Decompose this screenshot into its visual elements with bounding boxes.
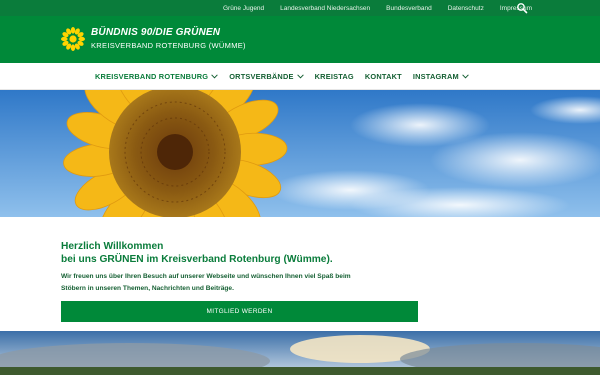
site-subtitle[interactable]: KREISVERBAND ROTENBURG (WÜMME) bbox=[91, 41, 246, 50]
nav-item-kreistag[interactable]: KREISTAG bbox=[315, 72, 354, 81]
welcome-section: Herzlich Willkommen bei uns GRÜNEN im Kr… bbox=[0, 217, 600, 331]
nav-item-kontakt[interactable]: KONTAKT bbox=[365, 72, 402, 81]
nav-item-ortsverbaende[interactable]: ORTSVERBÄNDE bbox=[229, 72, 304, 81]
site-header: BÜNDNIS 90/DIE GRÜNEN KREISVERBAND ROTEN… bbox=[0, 16, 600, 63]
chevron-down-icon bbox=[462, 74, 469, 79]
utility-links: Grüne Jugend Landesverband Niedersachsen… bbox=[223, 0, 532, 16]
landscape-image bbox=[0, 331, 600, 375]
welcome-heading-line2: bei uns GRÜNEN im Kreisverband Rotenburg… bbox=[61, 254, 333, 265]
link-landesverband[interactable]: Landesverband Niedersachsen bbox=[280, 5, 370, 12]
sunflower-icon[interactable] bbox=[61, 27, 85, 51]
become-member-button[interactable]: MITGLIED WERDEN bbox=[61, 301, 418, 322]
chevron-down-icon bbox=[296, 74, 304, 79]
nav-label: ORTSVERBÄNDE bbox=[229, 72, 294, 81]
site-title[interactable]: BÜNDNIS 90/DIE GRÜNEN bbox=[91, 27, 220, 38]
link-datenschutz[interactable]: Datenschutz bbox=[448, 5, 484, 12]
link-bundesverband[interactable]: Bundesverband bbox=[386, 5, 432, 12]
welcome-text: Wir freuen uns über Ihren Besuch auf uns… bbox=[61, 273, 351, 292]
welcome-heading-line1: Herzlich Willkommen bbox=[61, 241, 164, 252]
nav-label: KONTAKT bbox=[364, 72, 402, 81]
hero-image bbox=[0, 90, 600, 217]
nav-label: INSTAGRAM bbox=[412, 72, 459, 81]
nav-item-instagram[interactable]: INSTAGRAM bbox=[413, 72, 469, 81]
nav-item-kreisverband[interactable]: KREISVERBAND ROTENBURG bbox=[95, 72, 218, 81]
welcome-heading: Herzlich Willkommen bei uns GRÜNEN im Kr… bbox=[61, 240, 541, 266]
link-gruene-jugend[interactable]: Grüne Jugend bbox=[223, 5, 264, 12]
search-icon[interactable] bbox=[516, 2, 528, 14]
nav-label: KREISTAG bbox=[314, 72, 354, 81]
utility-bar: Grüne Jugend Landesverband Niedersachsen… bbox=[0, 0, 600, 16]
landscape-sky-image bbox=[0, 331, 600, 375]
nav-label: KREISVERBAND ROTENBURG bbox=[95, 72, 209, 81]
sunflower-sky-image bbox=[0, 90, 600, 217]
main-nav: KREISVERBAND ROTENBURG ORTSVERBÄNDE KREI… bbox=[0, 63, 600, 90]
chevron-down-icon bbox=[211, 74, 218, 79]
